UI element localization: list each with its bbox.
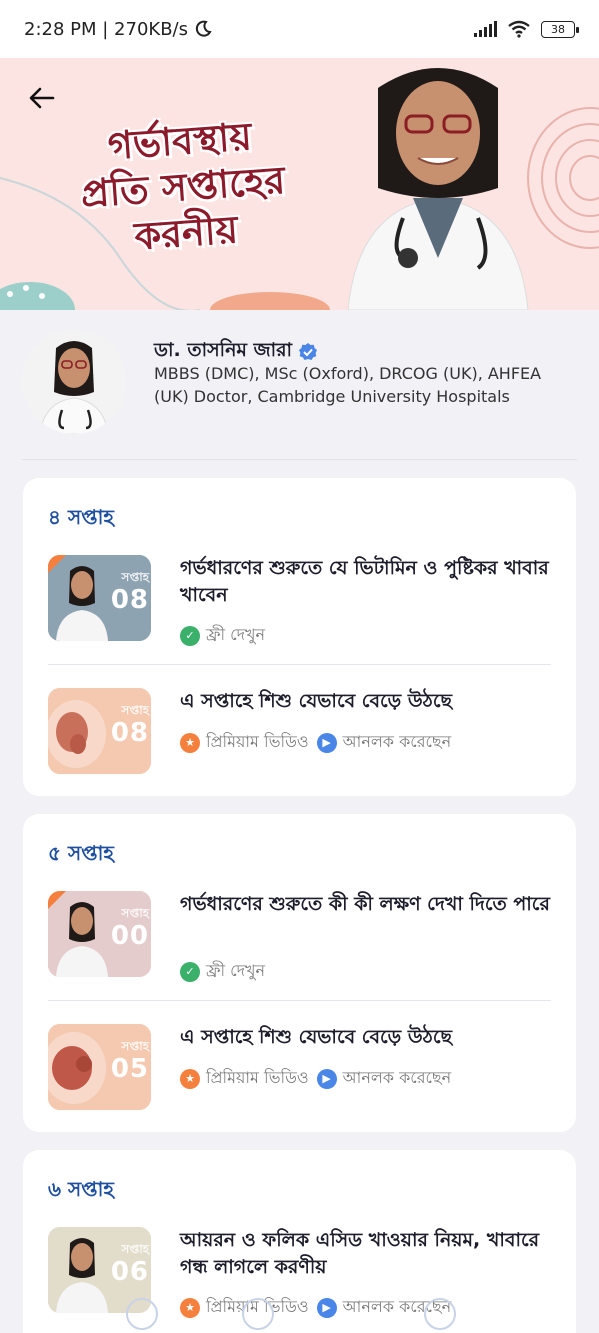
bottom-nav-ghost-icon	[126, 1298, 158, 1330]
week-card: ৫ সপ্তাহ সপ্তাহ 00 গর্ভধারণের শুরুতে কী …	[23, 814, 576, 1132]
check-icon: ✓	[180, 625, 200, 646]
week-title: ৪ সপ্তাহ	[48, 505, 114, 529]
premium-tag: ★ প্রিমিয়াম ভিডিও	[180, 1065, 309, 1092]
free-tag-label: ফ্রী দেখুন	[206, 961, 266, 980]
battery-level: 38	[551, 22, 565, 36]
video-tags: ✓ ফ্রী দেখুন	[180, 958, 265, 985]
video-title[interactable]: গর্ভধারণের শুরুতে যে ভিটামিন ও পুষ্টিকর …	[180, 555, 550, 609]
premium-tag: ★ প্রিমিয়াম ভিডিও	[180, 729, 309, 756]
verified-badge-icon	[299, 343, 318, 360]
status-time: 2:28 PM | 270KB/s	[24, 18, 188, 40]
doctor-photo	[347, 68, 529, 310]
thumbnail-week-number: 08	[110, 718, 149, 748]
video-thumbnail[interactable]: সপ্তাহ 05	[48, 1024, 151, 1110]
play-icon: ▶	[316, 1068, 337, 1089]
free-corner-flag	[48, 891, 66, 909]
doctor-avatar-image	[22, 330, 126, 434]
free-tag: ✓ ফ্রী দেখুন	[180, 958, 265, 985]
play-icon: ▶	[316, 732, 337, 753]
video-item[interactable]: সপ্তাহ 05 এ সপ্তাহে শিশু যেভাবে বেড়ে উঠ…	[48, 1024, 551, 1134]
doctor-info: ডা. তাসনিম জারা MBBS (DMC), MSc (Oxford)…	[22, 330, 577, 460]
hero-banner: গর্ভাবস্থায় প্রতি সপ্তাহের করনীয়	[0, 58, 599, 310]
free-tag: ✓ ফ্রী দেখুন	[180, 622, 265, 649]
free-tag-label: ফ্রী দেখুন	[206, 625, 266, 644]
banner-title: গর্ভাবস্থায় প্রতি সপ্তাহের করনীয়	[44, 109, 323, 265]
free-corner-flag	[48, 555, 66, 573]
bottom-nav-ghost-icon	[242, 1298, 274, 1330]
divider	[48, 1000, 551, 1001]
unlocked-tag: ▶ আনলক করেছেন	[316, 729, 452, 756]
star-icon: ★	[180, 1068, 200, 1089]
unlocked-tag-label: আনলক করেছেন	[342, 732, 452, 751]
video-tags: ★ প্রিমিয়াম ভিডিও ▶ আনলক করেছেন	[180, 1294, 451, 1321]
premium-tag-label: প্রিমিয়াম ভিডিও	[206, 1068, 309, 1087]
video-thumbnail[interactable]: সপ্তাহ 08	[48, 555, 151, 641]
week-card: ৬ সপ্তাহ সপ্তাহ 06 আয়রন ও ফলিক এসিড খাও…	[23, 1150, 576, 1333]
video-thumbnail[interactable]: সপ্তাহ 08	[48, 688, 151, 774]
doctor-credentials: MBBS (DMC), MSc (Oxford), DRCOG (UK), AH…	[154, 364, 542, 406]
status-bar: 2:28 PM | 270KB/s 38	[0, 0, 599, 58]
video-title[interactable]: এ সপ্তাহে শিশু যেভাবে বেড়ে উঠছে	[180, 1024, 550, 1051]
week-card: ৪ সপ্তাহ সপ্তাহ 08 গর্ভধারণের শুরুতে যে …	[23, 478, 576, 796]
doctor-avatar	[22, 330, 126, 434]
video-item[interactable]: সপ্তাহ 06 আয়রন ও ফলিক এসিড খাওয়ার নিয়…	[48, 1227, 551, 1333]
video-thumbnail[interactable]: সপ্তাহ 00	[48, 891, 151, 977]
video-title[interactable]: আয়রন ও ফলিক এসিড খাওয়ার নিয়ম, খাবারে …	[180, 1227, 550, 1281]
back-button[interactable]	[22, 78, 62, 118]
video-tags: ★ প্রিমিয়াম ভিডিও ▶ আনলক করেছেন	[180, 729, 451, 756]
video-tags: ✓ ফ্রী দেখুন	[180, 622, 265, 649]
thumbnail-week-number: 06	[110, 1257, 149, 1287]
bottom-nav-ghost-icon	[424, 1298, 456, 1330]
battery-icon: 38	[541, 20, 579, 38]
week-title: ৬ সপ্তাহ	[48, 1177, 114, 1201]
video-tags: ★ প্রিমিয়াম ভিডিও ▶ আনলক করেছেন	[180, 1065, 451, 1092]
thumbnail-week-number: 08	[110, 585, 149, 615]
video-item[interactable]: সপ্তাহ 00 গর্ভধারণের শুরুতে কী কী লক্ষণ …	[48, 891, 551, 1001]
video-item[interactable]: সপ্তাহ 08 গর্ভধারণের শুরুতে যে ভিটামিন ও…	[48, 555, 551, 665]
video-title[interactable]: এ সপ্তাহে শিশু যেভাবে বেড়ে উঠছে	[180, 688, 550, 715]
video-title[interactable]: গর্ভধারণের শুরুতে কী কী লক্ষণ দেখা দিতে …	[180, 891, 550, 918]
arrow-left-icon	[29, 87, 55, 109]
thumbnail-week-number: 05	[110, 1054, 149, 1084]
thumbnail-week-number: 00	[110, 921, 149, 951]
star-icon: ★	[180, 732, 200, 753]
signal-icon	[474, 21, 497, 37]
play-icon: ▶	[316, 1297, 337, 1318]
premium-tag-label: প্রিমিয়াম ভিডিও	[206, 732, 309, 751]
check-icon: ✓	[180, 961, 200, 982]
moon-icon	[195, 20, 212, 37]
divider	[48, 664, 551, 665]
unlocked-tag-label: আনলক করেছেন	[342, 1068, 452, 1087]
week-title: ৫ সপ্তাহ	[48, 841, 114, 865]
star-icon: ★	[180, 1297, 200, 1318]
video-item[interactable]: সপ্তাহ 08 এ সপ্তাহে শিশু যেভাবে বেড়ে উঠ…	[48, 688, 551, 798]
unlocked-tag: ▶ আনলক করেছেন	[316, 1065, 452, 1092]
wifi-icon	[508, 20, 530, 38]
